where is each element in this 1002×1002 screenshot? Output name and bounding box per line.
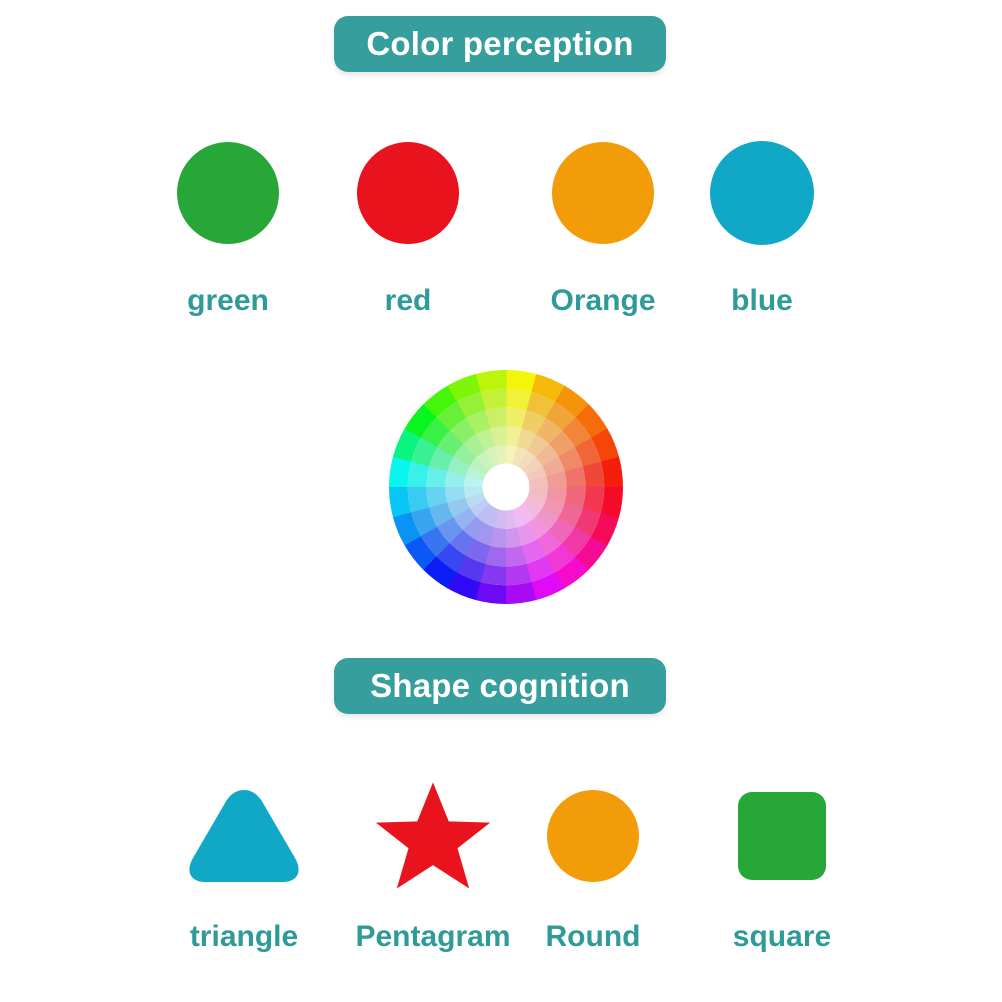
color-wheel-svg — [389, 370, 623, 604]
color-wheel-segment — [505, 581, 537, 604]
color-item-green[interactable]: green — [138, 128, 318, 318]
color-item-label: red — [384, 284, 432, 317]
shape-art — [692, 780, 872, 892]
filled-circle-icon — [552, 142, 654, 244]
filled-circle-icon — [710, 141, 814, 245]
section-banner-color-perception[interactable]: Color perception — [334, 16, 666, 72]
color-swatch-art — [138, 128, 318, 258]
section-banner-shape-cognition[interactable]: Shape cognition — [334, 658, 666, 714]
color-item-label: Orange — [550, 284, 656, 317]
shape-item-square[interactable]: square — [692, 780, 872, 954]
color-item-orange[interactable]: Orange — [513, 128, 693, 318]
color-swatch-art — [318, 128, 498, 258]
color-wheel-segment — [600, 456, 623, 488]
color-wheel-segment — [389, 486, 412, 518]
shape-art — [154, 780, 334, 892]
filled-circle-icon — [357, 142, 459, 244]
shape-item-label: square — [732, 920, 832, 953]
rounded-square-icon — [738, 792, 826, 880]
shape-art — [343, 780, 523, 892]
filled-circle-icon — [547, 790, 639, 882]
shape-item-round[interactable]: Round — [503, 780, 683, 954]
rounded-triangle-icon — [189, 790, 299, 882]
section-banner-label: Color perception — [366, 25, 634, 62]
filled-circle-icon — [177, 142, 279, 244]
poster-canvas: Color perception green red Orange blue S… — [0, 0, 1002, 1002]
shape-item-label: Round — [545, 920, 641, 953]
color-item-red[interactable]: red — [318, 128, 498, 318]
color-swatch-art — [672, 128, 852, 258]
shape-item-label: triangle — [189, 920, 299, 953]
color-wheel-icon — [388, 369, 624, 605]
shape-item-label: Pentagram — [355, 920, 511, 953]
color-swatch-art — [513, 128, 693, 258]
color-item-label: green — [187, 284, 269, 317]
color-item-blue[interactable]: blue — [672, 128, 852, 318]
color-item-label: blue — [731, 284, 793, 317]
five-point-star-icon — [375, 782, 491, 889]
shape-art — [503, 780, 683, 892]
color-wheel-segment — [475, 370, 507, 393]
section-banner-label: Shape cognition — [370, 667, 630, 704]
shape-item-pentagram[interactable]: Pentagram — [343, 780, 523, 954]
shape-item-triangle[interactable]: triangle — [154, 780, 334, 954]
color-wheel-hub — [482, 463, 530, 511]
